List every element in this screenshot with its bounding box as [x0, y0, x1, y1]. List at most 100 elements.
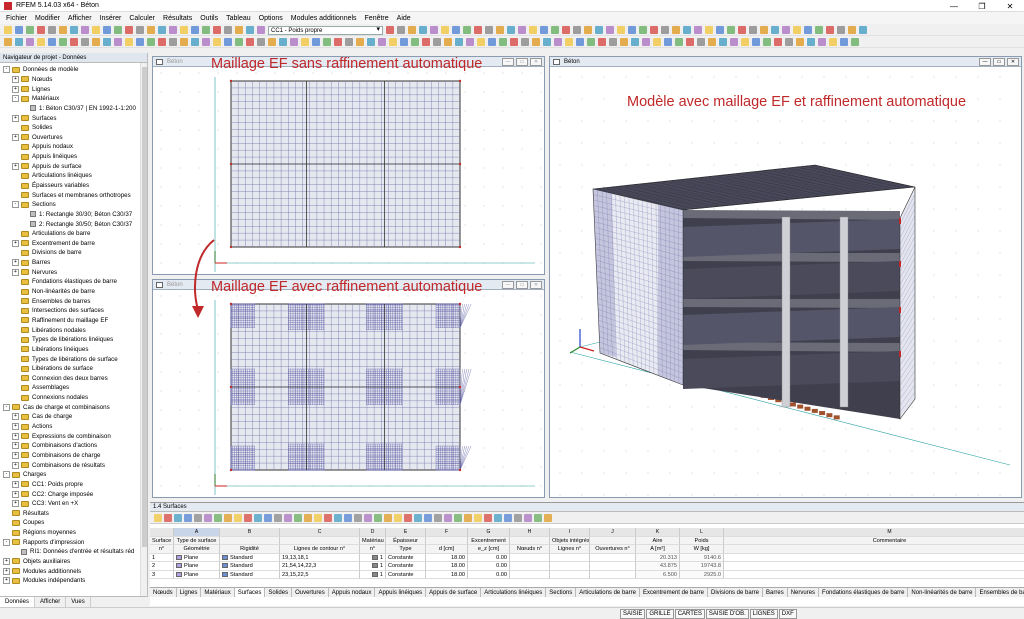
toolbar-tool-icon[interactable] — [463, 26, 471, 34]
table-cell[interactable] — [550, 553, 590, 562]
toolbar-tool-icon[interactable] — [851, 38, 859, 46]
view-minimize-button[interactable]: — — [502, 281, 514, 289]
toolbar-tool-icon[interactable] — [257, 26, 265, 34]
toolbar-tool-icon[interactable] — [147, 26, 155, 34]
toolbar-tool-icon[interactable] — [532, 38, 540, 46]
table-tab[interactable]: Excentrement de barre — [640, 588, 708, 597]
toolbar-tool-icon[interactable] — [26, 38, 34, 46]
menu-item[interactable]: Insérer — [100, 15, 122, 22]
tree-item[interactable]: + Expressions de combinaison — [0, 431, 147, 441]
toolbar-tool-icon[interactable] — [551, 26, 559, 34]
toolbar-tool-icon[interactable] — [606, 26, 614, 34]
toolbar-tool-icon[interactable] — [859, 26, 867, 34]
tree-item[interactable]: Appuis nodaux — [0, 142, 147, 152]
table-tool-icon[interactable] — [224, 513, 232, 522]
toolbar-tool-icon[interactable] — [411, 38, 419, 46]
toolbar-tool-icon[interactable] — [397, 26, 405, 34]
toolbar-tool-icon[interactable] — [202, 26, 210, 34]
table-tab[interactable]: Articulations linéiques — [481, 588, 547, 597]
table-tool-icon[interactable] — [294, 513, 302, 522]
tree-item[interactable]: Types de libérations linéiques — [0, 335, 147, 345]
toolbar-tool-icon[interactable] — [738, 26, 746, 34]
toolbar-tool-icon[interactable] — [727, 26, 735, 34]
toolbar-tool-icon[interactable] — [675, 38, 683, 46]
toolbar-tool-icon[interactable] — [37, 38, 45, 46]
toolbar-tool-icon[interactable] — [59, 38, 67, 46]
expand-icon[interactable]: + — [12, 500, 19, 508]
toolbar-tool-icon[interactable] — [730, 38, 738, 46]
expand-icon[interactable]: + — [12, 451, 19, 459]
toolbar-tool-icon[interactable] — [15, 26, 23, 34]
toolbar-tool-icon[interactable] — [158, 38, 166, 46]
toolbar-tool-icon[interactable] — [136, 26, 144, 34]
table-cell[interactable]: Plane — [174, 570, 220, 579]
table-tool-icon[interactable] — [264, 513, 272, 522]
toolbar-tool-icon[interactable] — [180, 38, 188, 46]
toolbar-tool-icon[interactable] — [620, 38, 628, 46]
toolbar-tool-icon[interactable] — [807, 38, 815, 46]
tree-item[interactable]: Appuis linéiques — [0, 152, 147, 162]
toolbar-tool-icon[interactable] — [191, 26, 199, 34]
toolbar-tool-icon[interactable] — [400, 38, 408, 46]
tree-item[interactable]: Intersections des surfaces — [0, 306, 147, 316]
table-cell[interactable] — [510, 562, 550, 571]
collapse-icon[interactable]: - — [3, 66, 10, 74]
toolbar-tool-icon[interactable] — [650, 26, 658, 34]
tree-item[interactable]: Solides — [0, 123, 147, 133]
table-tool-icon[interactable] — [364, 513, 372, 522]
table-cell[interactable] — [724, 554, 1024, 562]
tree-item[interactable]: + Excentrement de barre — [0, 239, 147, 249]
tree-item[interactable]: Ensembles de barres — [0, 296, 147, 306]
toolbar-tool-icon[interactable] — [576, 38, 584, 46]
table-cell[interactable] — [590, 553, 636, 562]
table-cell[interactable]: 0.00 — [468, 553, 510, 562]
collapse-icon[interactable]: - — [3, 403, 10, 411]
table-cell[interactable]: 9140.6 — [680, 553, 724, 562]
expand-icon[interactable]: + — [12, 162, 19, 170]
toolbar-tool-icon[interactable] — [716, 26, 724, 34]
toolbar-tool-icon[interactable] — [474, 26, 482, 34]
toolbar-tool-icon[interactable] — [818, 38, 826, 46]
toolbar-tool-icon[interactable] — [48, 38, 56, 46]
toolbar-tool-icon[interactable] — [125, 26, 133, 34]
tree-item[interactable]: - Sections — [0, 200, 147, 210]
table-tab[interactable]: Appuis de surface — [426, 588, 482, 597]
table-cell[interactable]: 18.00 — [426, 570, 468, 579]
menu-item[interactable]: Modifier — [35, 15, 60, 22]
tree-item[interactable]: Épaisseurs variables — [0, 181, 147, 191]
tree-item[interactable]: Non-linéarités de barre — [0, 287, 147, 297]
toolbar-tool-icon[interactable] — [782, 26, 790, 34]
table-tool-icon[interactable] — [404, 513, 412, 522]
toolbar-tool-icon[interactable] — [774, 38, 782, 46]
toolbar-tool-icon[interactable] — [422, 38, 430, 46]
expand-icon[interactable]: + — [12, 423, 19, 431]
table-tool-icon[interactable] — [154, 513, 162, 522]
tree-item[interactable]: + Combinaisons de charge — [0, 451, 147, 461]
toolbar-tool-icon[interactable] — [147, 38, 155, 46]
toolbar-tool-icon[interactable] — [719, 38, 727, 46]
table-cell[interactable]: 19,13,18,1 — [280, 553, 360, 562]
tree-item[interactable]: + Combinaisons de résultats — [0, 460, 147, 470]
toolbar-tool-icon[interactable] — [543, 38, 551, 46]
expand-icon[interactable]: + — [12, 480, 19, 488]
expand-icon[interactable]: + — [12, 432, 19, 440]
view-close-button[interactable]: ✕ — [530, 281, 542, 289]
expand-icon[interactable]: + — [12, 239, 19, 247]
menu-item[interactable]: Outils — [200, 15, 218, 22]
table-tool-icon[interactable] — [424, 513, 432, 522]
status-toggle[interactable]: DXF — [778, 608, 797, 619]
table-tool-icon[interactable] — [414, 513, 422, 522]
toolbar-tool-icon[interactable] — [793, 26, 801, 34]
tree-item[interactable]: Connexions nodales — [0, 393, 147, 403]
table-cell[interactable]: 23,15,22,5 — [280, 570, 360, 579]
toolbar-tool-icon[interactable] — [430, 26, 438, 34]
table-cell[interactable]: 3 — [150, 570, 174, 579]
toolbar-tool-icon[interactable] — [477, 38, 485, 46]
toolbar-tool-icon[interactable] — [452, 26, 460, 34]
toolbar-tool-icon[interactable] — [378, 38, 386, 46]
table-cell[interactable]: Plane — [174, 562, 220, 571]
toolbar-tool-icon[interactable] — [587, 38, 595, 46]
table-cell[interactable]: 2925.0 — [680, 570, 724, 579]
toolbar-tool-icon[interactable] — [785, 38, 793, 46]
expand-icon[interactable]: + — [12, 461, 19, 469]
